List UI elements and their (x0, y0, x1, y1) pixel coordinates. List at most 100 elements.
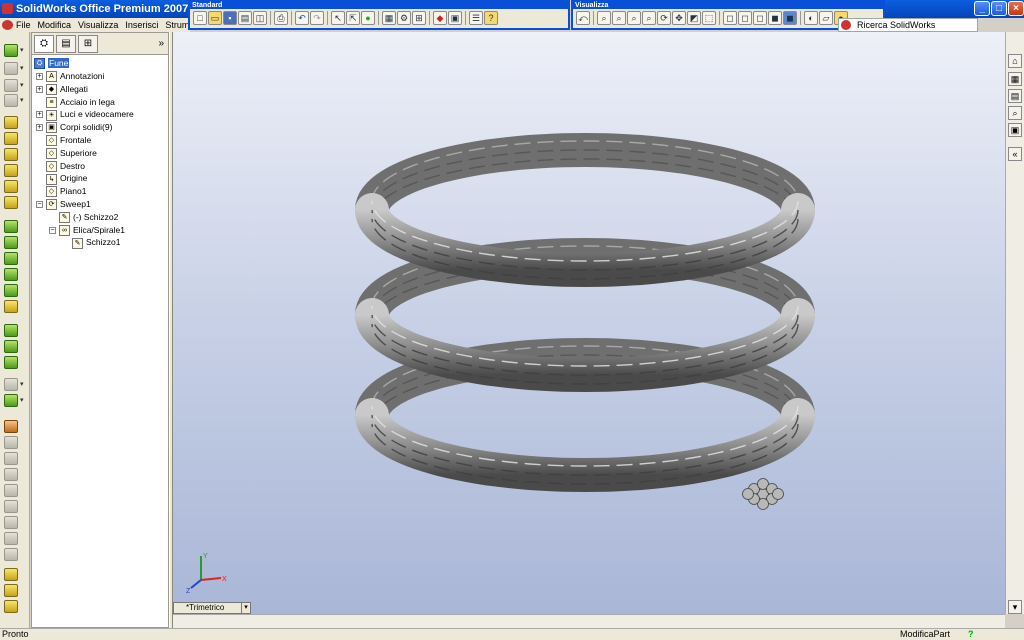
grid-icon[interactable]: ⊞ (412, 11, 426, 25)
properties-icon[interactable]: ☰ (469, 11, 483, 25)
home-icon[interactable]: ⌂ (1008, 54, 1022, 68)
shaded-icon[interactable]: ◼ (783, 11, 797, 25)
dropdown-arrow-icon[interactable]: ▾ (20, 380, 24, 388)
collapse-node-icon[interactable]: − (49, 226, 56, 234)
instant3d-icon[interactable] (4, 420, 18, 433)
redo-icon[interactable]: ↷ (310, 11, 324, 25)
reference-geometry-icon[interactable] (4, 378, 18, 391)
expand-task-pane-icon[interactable]: « (1008, 147, 1022, 161)
shadows-icon[interactable]: ◐ (804, 11, 818, 25)
collapse-panel-icon[interactable]: » (158, 38, 164, 49)
tree-node[interactable]: ◇ Piano1 (46, 185, 86, 198)
curves-icon[interactable] (4, 394, 18, 407)
rope-helix-model[interactable] (173, 32, 1005, 614)
expand-node-icon[interactable]: + (36, 124, 43, 132)
design-table-icon[interactable] (4, 568, 18, 581)
library-feature-icon[interactable] (4, 600, 18, 613)
tree-node[interactable]: ◇ Destro (46, 160, 85, 173)
save-icon[interactable]: ▪ (223, 11, 237, 25)
pan-icon[interactable]: ✥ (672, 11, 686, 25)
file-explorer-icon[interactable]: ▤ (1008, 89, 1022, 103)
equations-icon[interactable] (4, 584, 18, 597)
make-drawing-icon[interactable]: ◫ (253, 11, 267, 25)
feature-tree-tab-icon[interactable]: ⛭ (34, 34, 54, 53)
help-icon[interactable]: ? (484, 11, 498, 25)
previous-view-icon[interactable]: ⤺ (576, 11, 590, 25)
menu-modifica[interactable]: Modifica (38, 20, 72, 30)
linear-pattern-icon[interactable] (4, 324, 18, 337)
view-orientation-dropdown-icon[interactable]: ▾ (241, 602, 251, 614)
graphics-area[interactable]: Y X Z (173, 32, 1005, 614)
close-icon[interactable]: × (1008, 1, 1024, 16)
configuration-manager-tab-icon[interactable]: ⊞ (78, 34, 98, 53)
chamfer-icon[interactable] (4, 236, 18, 249)
rib-icon[interactable] (4, 252, 18, 265)
tree-node[interactable]: − ∞ Elica/Spirale1 (49, 224, 125, 237)
view-toolbar-caption[interactable]: Visualizza (573, 2, 883, 9)
tree-node[interactable]: ◇ Frontale (46, 134, 91, 147)
extruded-boss-icon[interactable] (4, 116, 18, 129)
horizontal-scrollbar[interactable] (173, 614, 1005, 628)
tree-node[interactable]: ✎ Schizzo1 (72, 236, 121, 249)
tree-node[interactable]: + ◆ Allegati (36, 83, 88, 96)
undo-icon[interactable]: ↶ (295, 11, 309, 25)
design-library-icon[interactable]: ▦ (1008, 72, 1022, 86)
swept-boss-icon[interactable] (4, 148, 18, 161)
section-view-icon[interactable]: ◩ (687, 11, 701, 25)
expand-node-icon[interactable]: + (36, 111, 43, 119)
menu-visualizza[interactable]: Visualizza (78, 20, 118, 30)
standard-toolbar-caption[interactable]: Standard (190, 2, 568, 9)
rotate-view-icon[interactable]: ⟳ (657, 11, 671, 25)
zoom-to-area-icon[interactable]: ⌕ (612, 11, 626, 25)
dropdown-arrow-icon[interactable]: ▾ (20, 81, 24, 89)
new-file-icon[interactable]: □ (193, 11, 207, 25)
perspective-icon[interactable]: ▱ (819, 11, 833, 25)
layout-icon[interactable]: ▣ (448, 11, 462, 25)
maximize-icon[interactable]: □ (991, 1, 1007, 16)
extruded-cut-icon[interactable] (4, 180, 18, 193)
zoom-in-out-icon[interactable]: ⌕ (627, 11, 641, 25)
zoom-to-selection-icon[interactable]: ⌕ (642, 11, 656, 25)
sketch-icon[interactable] (4, 44, 18, 57)
draft-icon[interactable] (4, 284, 18, 297)
tree-node[interactable]: ↳ Origine (46, 172, 87, 185)
minimize-icon[interactable]: _ (974, 1, 990, 16)
view-orientation-icon[interactable]: ⬚ (702, 11, 716, 25)
revolved-boss-icon[interactable] (4, 132, 18, 145)
collapse-node-icon[interactable]: − (36, 201, 43, 208)
window-title-bar[interactable]: SolidWorks Office Premium 2007 - [Fun (0, 0, 190, 18)
search-solidworks-input[interactable]: Ricerca SolidWorks (838, 18, 978, 32)
view-palette-icon[interactable]: ▣ (1008, 123, 1022, 137)
mirror-icon[interactable] (4, 356, 18, 369)
solidworks-app-icon[interactable] (2, 3, 13, 14)
tree-node[interactable]: + ☀ Luci e videocamere (36, 108, 134, 121)
open-folder-icon[interactable]: ▭ (208, 11, 222, 25)
options-icon[interactable]: ⚙ (397, 11, 411, 25)
fillet-icon[interactable] (4, 220, 18, 233)
wireframe-icon[interactable]: ◻ (723, 11, 737, 25)
dropdown-arrow-icon[interactable]: ▾ (20, 64, 24, 72)
menu-strumenti[interactable]: Strumenti (165, 20, 190, 30)
tree-node[interactable]: − ⟳ Sweep1 (36, 198, 91, 211)
expand-node-icon[interactable]: + (36, 85, 43, 93)
select-other-icon[interactable]: ⇱ (346, 11, 360, 25)
scroll-down-icon[interactable]: ▾ (1008, 600, 1022, 614)
sketch-tools-icon[interactable] (4, 94, 18, 107)
tree-node[interactable]: ✎ (-) Schizzo2 (59, 211, 118, 224)
menu-inserisci[interactable]: Inserisci (125, 20, 158, 30)
property-manager-tab-icon[interactable]: ▤ (56, 34, 76, 53)
tree-node[interactable]: + ▣ Corpi solidi(9) (36, 121, 112, 134)
print-icon[interactable]: ⎙ (274, 11, 288, 25)
dropdown-arrow-icon[interactable]: ▾ (20, 46, 24, 54)
revolved-cut-icon[interactable] (4, 196, 18, 209)
smart-dimension-icon[interactable] (4, 62, 18, 75)
shaded-with-edges-icon[interactable]: ◼ (768, 11, 782, 25)
expand-node-icon[interactable]: + (36, 73, 43, 80)
shell-icon[interactable] (4, 268, 18, 281)
tree-root[interactable]: ⛭ Fune (34, 57, 70, 70)
edit-appearance-icon[interactable]: ◆ (433, 11, 447, 25)
status-help-icon[interactable]: ? (968, 629, 974, 640)
tree-node[interactable]: ◇ Superiore (46, 147, 97, 160)
tree-node[interactable]: + A Annotazioni (36, 70, 104, 83)
lofted-boss-icon[interactable] (4, 164, 18, 177)
